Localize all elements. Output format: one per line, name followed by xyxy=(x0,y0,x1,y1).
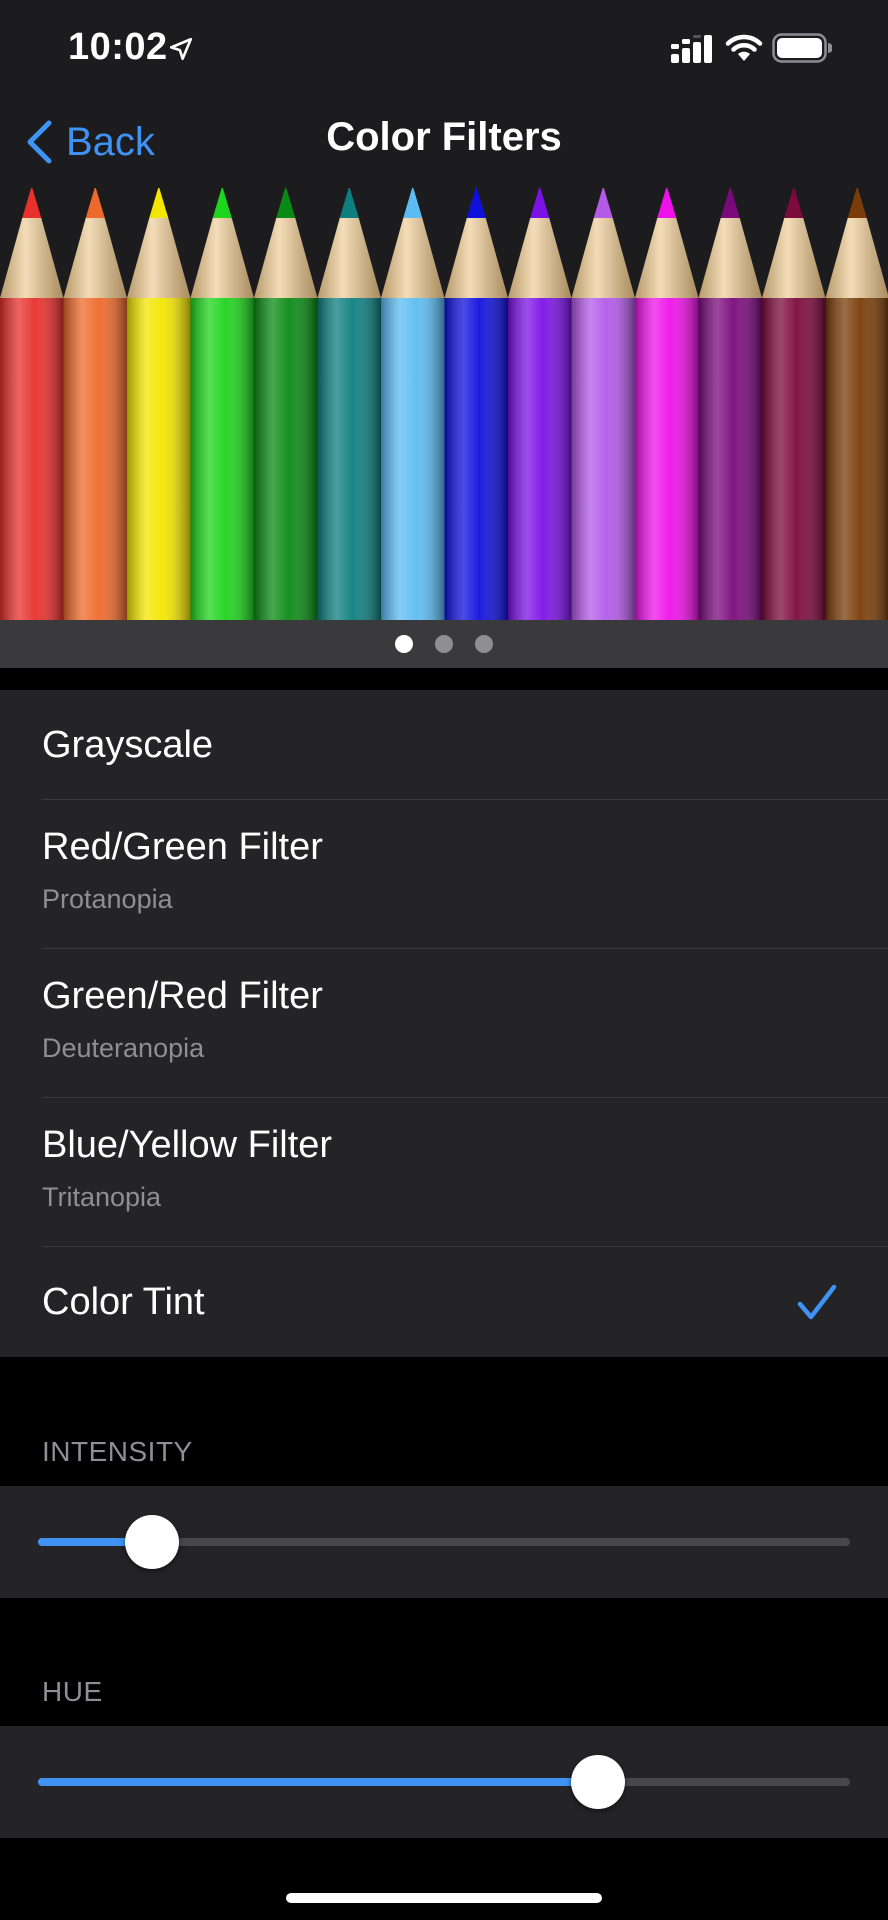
filter-option[interactable]: Color Tint xyxy=(0,1247,888,1357)
hue-slider-row xyxy=(0,1726,888,1838)
pencils-preview-image[interactable] xyxy=(0,188,888,620)
filter-option[interactable]: Red/Green Filter Protanopia xyxy=(0,800,888,949)
filter-option[interactable]: Grayscale xyxy=(0,690,888,800)
colored-pencils-illustration xyxy=(0,188,888,620)
filter-list: Grayscale Red/Green Filter Protanopia Green… xyxy=(0,690,888,1357)
pencil xyxy=(444,188,508,620)
color-filters-screen: 10:02 Back Color Filters Grayscale Red/G… xyxy=(0,0,888,1920)
filter-option-label: Green/Red Filter xyxy=(42,975,323,1017)
filter-option-label: Color Tint xyxy=(42,1281,205,1323)
intensity-slider[interactable] xyxy=(38,1515,850,1569)
hue-slider[interactable] xyxy=(38,1755,850,1809)
pencil xyxy=(317,188,381,620)
location-arrow-icon xyxy=(169,37,193,61)
filter-option-label: Grayscale xyxy=(42,724,214,766)
pencil xyxy=(254,188,318,620)
filter-option-label: Blue/Yellow Filter xyxy=(42,1124,333,1166)
intensity-slider-thumb[interactable] xyxy=(124,1515,179,1569)
top-bar: 10:02 Back Color Filters xyxy=(0,0,888,188)
page-dot[interactable] xyxy=(395,635,413,653)
pencil xyxy=(190,188,254,620)
status-time: 10:02 xyxy=(68,26,168,68)
cellular-signal-icon xyxy=(671,35,712,63)
filter-option[interactable]: Blue/Yellow Filter Tritanopia xyxy=(0,1098,888,1247)
pencil xyxy=(508,188,572,620)
page-title: Color Filters xyxy=(326,115,562,159)
checkmark-icon xyxy=(797,1284,837,1320)
page-indicator xyxy=(0,620,888,668)
battery-icon xyxy=(772,33,832,63)
home-indicator[interactable] xyxy=(286,1893,602,1903)
filter-option-subtitle: Tritanopia xyxy=(42,1182,162,1212)
pencil xyxy=(635,188,699,620)
pencil xyxy=(571,188,635,620)
pencil xyxy=(381,188,445,620)
pencil xyxy=(825,188,888,620)
intensity-header: INTENSITY xyxy=(42,1436,193,1467)
filter-option[interactable]: Green/Red Filter Deuteranopia xyxy=(0,949,888,1098)
page-dot[interactable] xyxy=(475,635,493,653)
pencil xyxy=(63,188,127,620)
pencil xyxy=(762,188,826,620)
filter-option-label: Red/Green Filter xyxy=(42,826,323,868)
pencil xyxy=(127,188,191,620)
page-dot[interactable] xyxy=(435,635,453,653)
pencil xyxy=(0,188,64,620)
pencil xyxy=(698,188,762,620)
hue-header: HUE xyxy=(42,1676,103,1707)
filter-option-subtitle: Deuteranopia xyxy=(42,1033,205,1063)
hue-slider-thumb[interactable] xyxy=(571,1755,626,1809)
intensity-slider-row xyxy=(0,1486,888,1598)
hue-slider-fill xyxy=(38,1778,599,1786)
wifi-icon xyxy=(725,34,763,61)
filter-option-subtitle: Protanopia xyxy=(42,884,173,914)
